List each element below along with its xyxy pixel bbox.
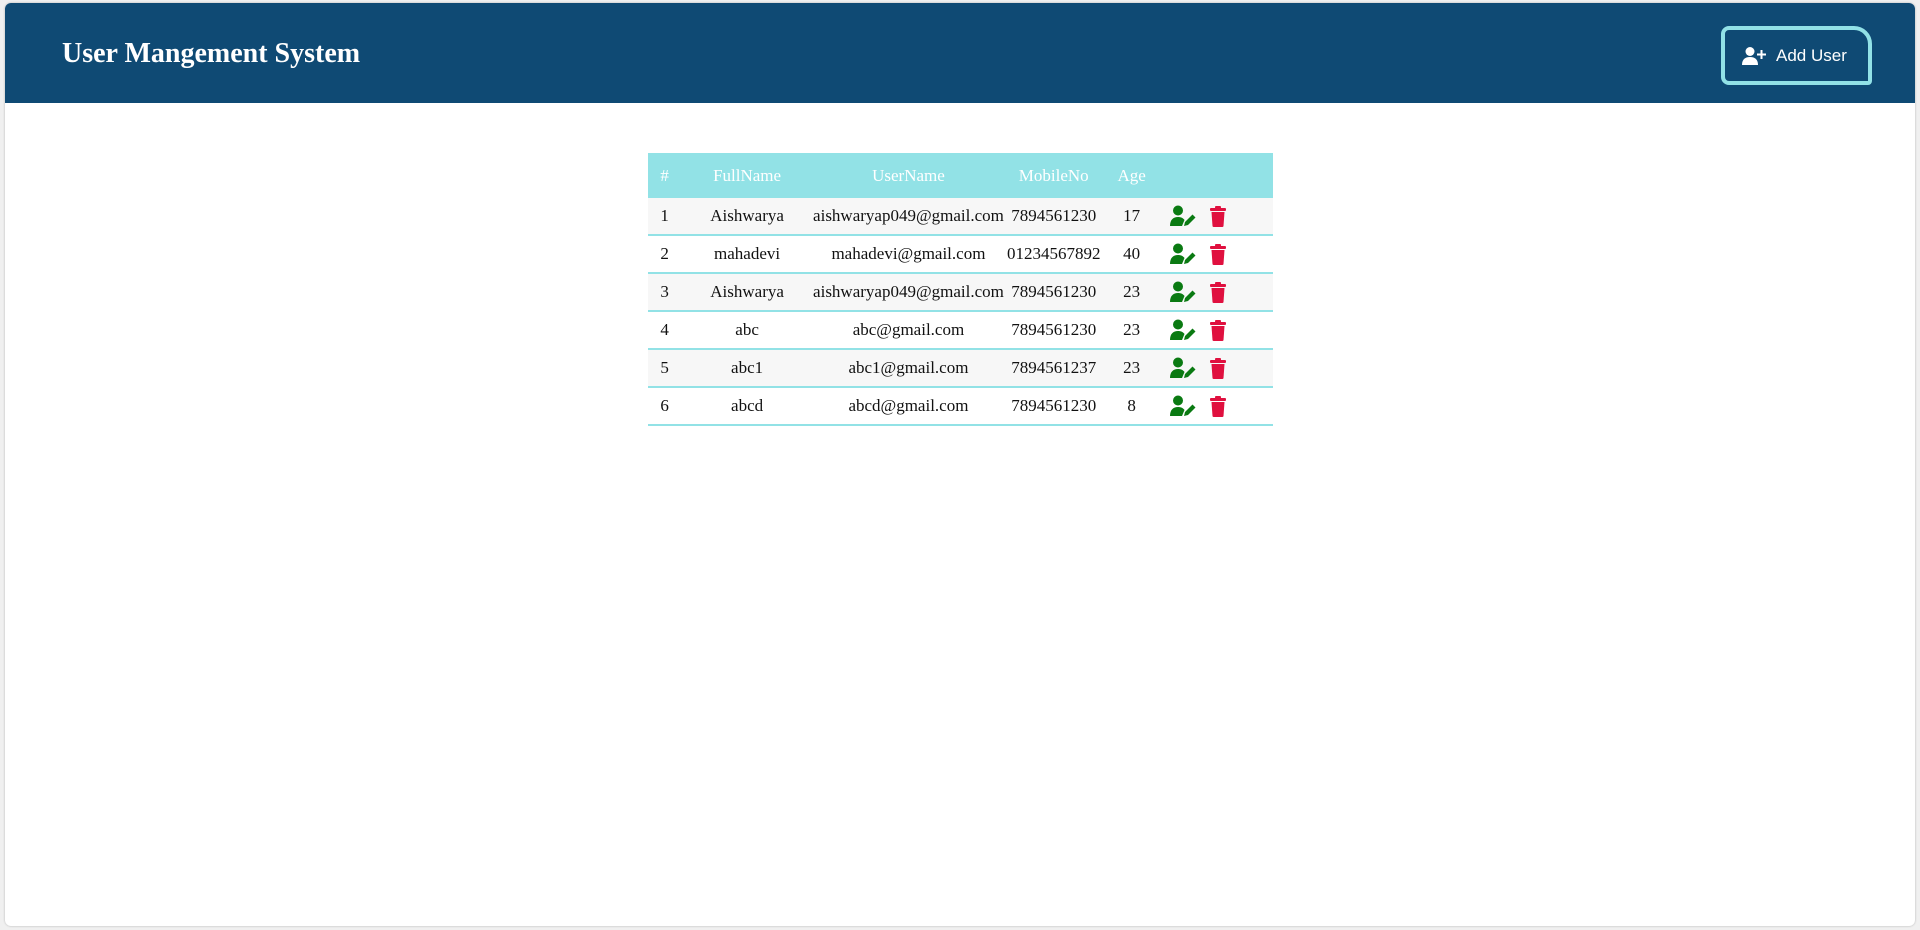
app-title: User Mangement System <box>62 38 361 69</box>
table-body: 1 Aishwarya aishwaryap049@gmail.com 7894… <box>648 198 1273 426</box>
user-plus-icon <box>1742 46 1766 66</box>
cell-number: 6 <box>648 387 682 426</box>
table-header-row: # FullName UserName MobileNo Age <box>648 153 1273 198</box>
cell-username: abcd@gmail.com <box>813 387 1004 426</box>
cell-mobile: 01234567892 <box>1003 235 1104 274</box>
cell-age: 8 <box>1103 387 1160 426</box>
cell-fullname: abc1 <box>681 349 814 388</box>
cell-fullname: abc <box>681 311 814 350</box>
users-table-container: # FullName UserName MobileNo Age 1 Aishw… <box>648 153 1273 426</box>
row-actions <box>1160 388 1273 424</box>
row-actions <box>1160 312 1273 348</box>
column-header-actions <box>1159 153 1273 198</box>
cell-number: 3 <box>648 273 682 312</box>
cell-age: 23 <box>1103 273 1160 312</box>
table-row: 6 abcd abcd@gmail.com 7894561230 8 <box>648 387 1273 426</box>
table-row: 5 abc1 abc1@gmail.com 7894561237 23 <box>648 349 1273 388</box>
cell-mobile: 7894561230 <box>1003 198 1104 236</box>
cell-fullname: Aishwarya <box>681 273 814 312</box>
cell-actions <box>1159 273 1273 312</box>
cell-number: 1 <box>648 198 682 236</box>
cell-mobile: 7894561230 <box>1003 387 1104 426</box>
trash-icon[interactable] <box>1209 319 1226 341</box>
table-row: 1 Aishwarya aishwaryap049@gmail.com 7894… <box>648 198 1273 236</box>
cell-number: 2 <box>648 235 682 274</box>
cell-age: 17 <box>1103 198 1160 236</box>
trash-icon[interactable] <box>1209 281 1226 303</box>
edit-user-icon[interactable] <box>1169 243 1196 265</box>
row-actions <box>1160 198 1273 234</box>
app-window: User Mangement System Add User # FullNam… <box>5 3 1915 926</box>
users-table: # FullName UserName MobileNo Age 1 Aishw… <box>648 153 1273 426</box>
cell-number: 5 <box>648 349 682 388</box>
edit-user-icon[interactable] <box>1169 281 1196 303</box>
cell-username: mahadevi@gmail.com <box>813 235 1004 274</box>
cell-fullname: abcd <box>681 387 814 426</box>
cell-age: 40 <box>1103 235 1160 274</box>
cell-actions <box>1159 311 1273 350</box>
column-header-mobile: MobileNo <box>1003 153 1104 198</box>
cell-fullname: mahadevi <box>681 235 814 274</box>
add-user-button[interactable]: Add User <box>1721 26 1872 85</box>
cell-mobile: 7894561230 <box>1003 273 1104 312</box>
table-row: 3 Aishwarya aishwaryap049@gmail.com 7894… <box>648 273 1273 312</box>
add-user-label: Add User <box>1776 45 1847 65</box>
trash-icon[interactable] <box>1209 357 1226 379</box>
cell-number: 4 <box>648 311 682 350</box>
cell-actions <box>1159 349 1273 388</box>
cell-mobile: 7894561237 <box>1003 349 1104 388</box>
cell-age: 23 <box>1103 311 1160 350</box>
edit-user-icon[interactable] <box>1169 205 1196 227</box>
edit-user-icon[interactable] <box>1169 357 1196 379</box>
column-header-number: # <box>648 153 682 198</box>
column-header-fullname: FullName <box>681 153 814 198</box>
cell-actions <box>1159 198 1273 236</box>
trash-icon[interactable] <box>1209 395 1226 417</box>
trash-icon[interactable] <box>1209 243 1226 265</box>
header-bar: User Mangement System Add User <box>5 3 1915 103</box>
trash-icon[interactable] <box>1209 205 1226 227</box>
column-header-username: UserName <box>813 153 1004 198</box>
row-actions <box>1160 274 1273 310</box>
cell-username: abc@gmail.com <box>813 311 1004 350</box>
column-header-age: Age <box>1103 153 1160 198</box>
row-actions <box>1160 350 1273 386</box>
cell-fullname: Aishwarya <box>681 198 814 236</box>
cell-actions <box>1159 235 1273 274</box>
edit-user-icon[interactable] <box>1169 319 1196 341</box>
cell-mobile: 7894561230 <box>1003 311 1104 350</box>
row-actions <box>1160 236 1273 272</box>
cell-actions <box>1159 387 1273 426</box>
cell-username: aishwaryap049@gmail.com <box>813 273 1004 312</box>
edit-user-icon[interactable] <box>1169 395 1196 417</box>
cell-username: aishwaryap049@gmail.com <box>813 198 1004 236</box>
cell-age: 23 <box>1103 349 1160 388</box>
table-row: 4 abc abc@gmail.com 7894561230 23 <box>648 311 1273 350</box>
table-row: 2 mahadevi mahadevi@gmail.com 0123456789… <box>648 235 1273 274</box>
cell-username: abc1@gmail.com <box>813 349 1004 388</box>
